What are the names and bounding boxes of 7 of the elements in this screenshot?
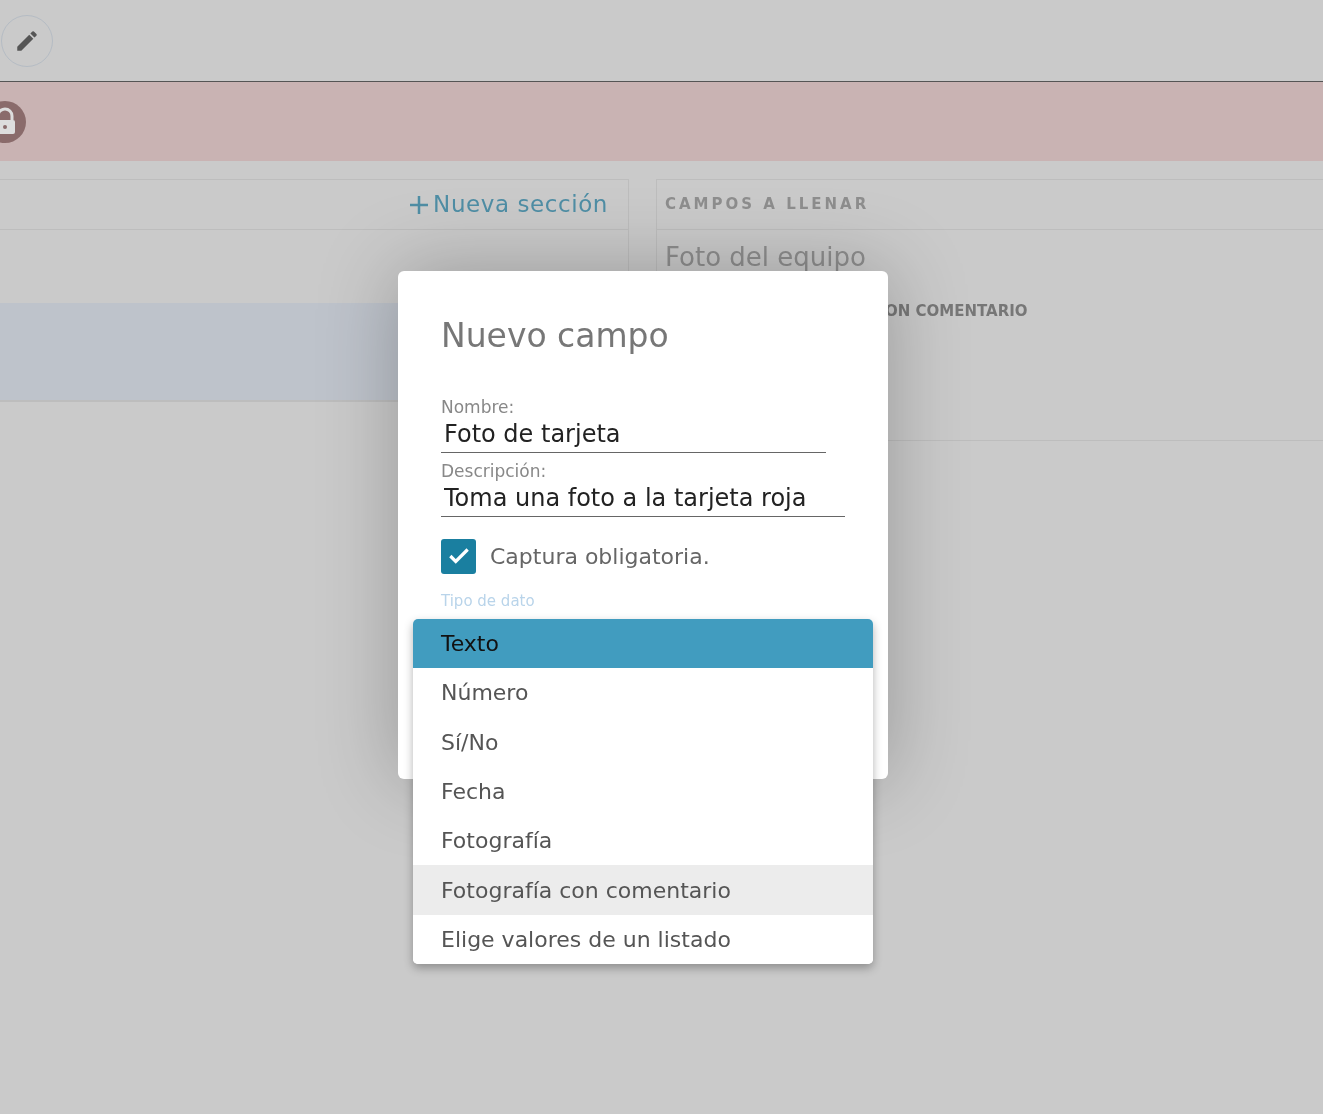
panel-heading: CAMPOS A LLENAR: [665, 194, 870, 216]
field-label: Tipo de dato: [441, 591, 536, 610]
dialog-title: Nuevo campo: [441, 315, 670, 357]
field-label: Descripción:: [441, 460, 548, 481]
checkbox-label: Captura obligatoria.: [490, 542, 710, 571]
field-label: Nombre:: [441, 396, 516, 417]
field-name: Foto del equipo: [665, 242, 866, 272]
